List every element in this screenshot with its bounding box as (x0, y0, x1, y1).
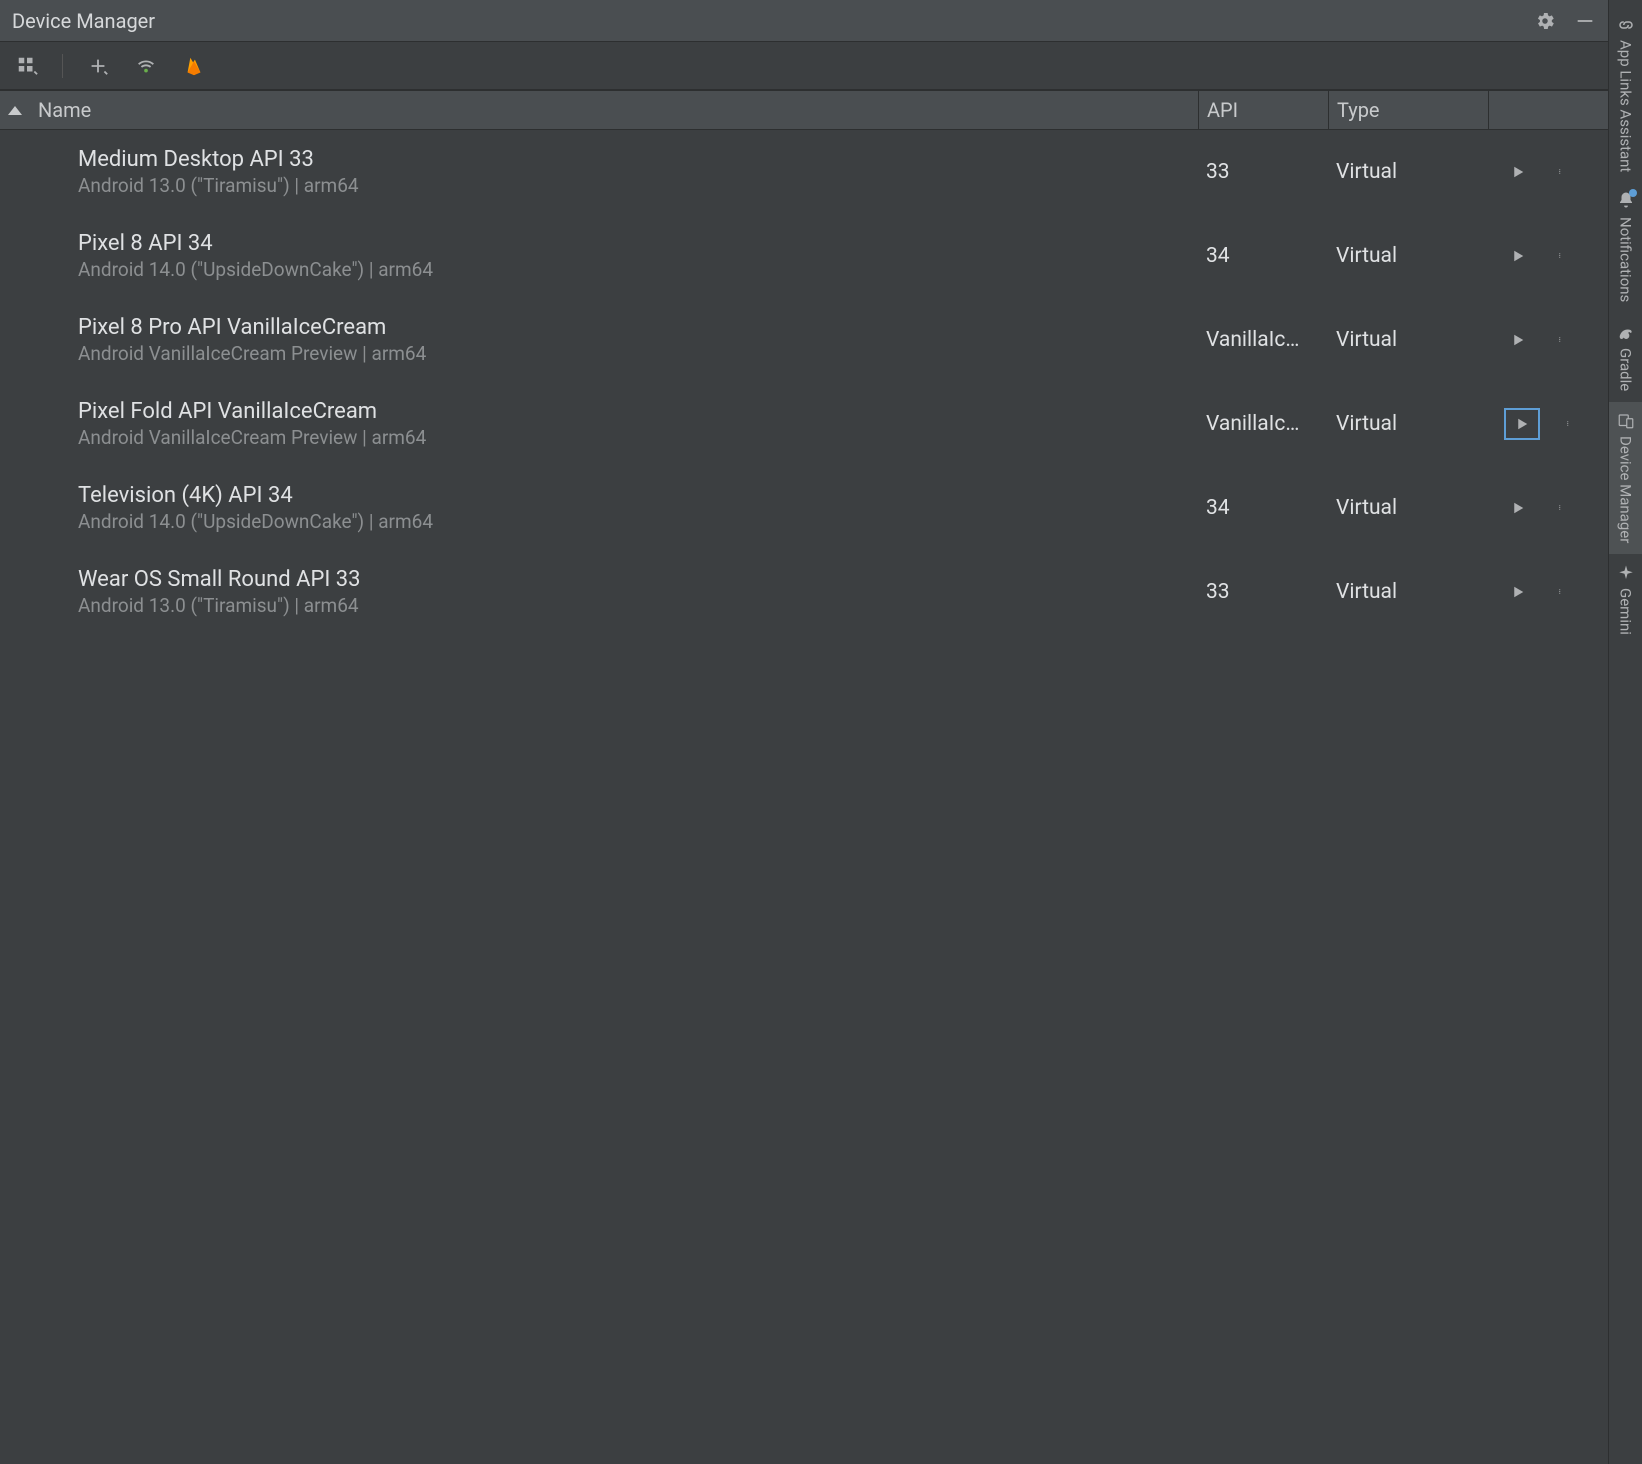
device-api: 33 (1198, 160, 1328, 184)
link-icon (1617, 16, 1635, 34)
device-manager-panel: Device Manager Name API Ty (0, 0, 1608, 1464)
device-name: Television (4K) API 34 (78, 483, 1198, 508)
header-actions (1488, 91, 1608, 129)
spark-icon (1617, 564, 1635, 582)
panel-title: Device Manager (12, 9, 1534, 33)
toolbar (0, 42, 1608, 90)
rail-item-app-links[interactable]: App Links Assistant (1609, 6, 1642, 183)
rail-label: Gradle (1617, 348, 1635, 391)
device-api: 34 (1198, 496, 1328, 520)
device-api: 34 (1198, 244, 1328, 268)
device-text: Pixel 8 API 34Android 14.0 ("UpsideDownC… (78, 231, 1198, 281)
device-subtitle: Android 14.0 ("UpsideDownCake") | arm64 (78, 510, 1198, 533)
device-text: Medium Desktop API 33Android 13.0 ("Tira… (78, 147, 1198, 197)
play-button[interactable] (1504, 242, 1532, 270)
table-header: Name API Type (0, 90, 1608, 130)
add-device-icon[interactable] (85, 53, 111, 79)
device-subtitle: Android VanillaIceCream Preview | arm64 (78, 342, 1198, 365)
device-type-icon (0, 412, 78, 436)
device-subtitle: Android 14.0 ("UpsideDownCake") | arm64 (78, 258, 1198, 281)
device-text: Pixel Fold API VanillaIceCreamAndroid Va… (78, 399, 1198, 449)
rail-label: Gemini (1617, 588, 1635, 635)
device-type: Virtual (1328, 580, 1488, 604)
rail-label: Notifications (1617, 217, 1635, 302)
play-button[interactable] (1504, 408, 1540, 440)
device-actions (1488, 326, 1608, 354)
play-button[interactable] (1504, 158, 1532, 186)
gradle-icon (1617, 324, 1635, 342)
more-actions-icon[interactable] (1552, 494, 1572, 522)
firebase-icon[interactable] (181, 53, 207, 79)
title-actions (1534, 10, 1596, 32)
devices-icon (1617, 412, 1635, 430)
rail-item-gradle[interactable]: Gradle (1609, 314, 1642, 402)
device-row[interactable]: Pixel Fold API VanillaIceCreamAndroid Va… (0, 382, 1608, 466)
minimize-icon[interactable] (1574, 10, 1596, 32)
wifi-pair-icon[interactable] (133, 53, 159, 79)
device-text: Wear OS Small Round API 33Android 13.0 (… (78, 567, 1198, 617)
device-api: VanillaIc… (1198, 328, 1328, 352)
device-text: Pixel 8 Pro API VanillaIceCreamAndroid V… (78, 315, 1198, 365)
device-actions (1488, 494, 1608, 522)
gear-icon[interactable] (1534, 10, 1556, 32)
device-text: Television (4K) API 34Android 14.0 ("Ups… (78, 483, 1198, 533)
play-button[interactable] (1504, 494, 1532, 522)
more-actions-icon[interactable] (1552, 326, 1572, 354)
rail-label: Device Manager (1617, 436, 1635, 543)
device-actions (1488, 158, 1608, 186)
device-type: Virtual (1328, 244, 1488, 268)
device-list: Medium Desktop API 33Android 13.0 ("Tira… (0, 130, 1608, 1464)
rail-label: App Links Assistant (1617, 40, 1635, 172)
device-row[interactable]: Pixel 8 API 34Android 14.0 ("UpsideDownC… (0, 214, 1608, 298)
device-row[interactable]: Television (4K) API 34Android 14.0 ("Ups… (0, 466, 1608, 550)
device-actions (1488, 242, 1608, 270)
device-type: Virtual (1328, 160, 1488, 184)
right-tool-rail: App Links Assistant Notifications Gradle De… (1608, 0, 1642, 1464)
play-button[interactable] (1504, 326, 1532, 354)
device-grid-icon[interactable] (14, 53, 40, 79)
header-api[interactable]: API (1198, 91, 1328, 129)
more-actions-icon[interactable] (1560, 410, 1580, 438)
device-name: Wear OS Small Round API 33 (78, 567, 1198, 592)
device-api: 33 (1198, 580, 1328, 604)
rail-item-gemini[interactable]: Gemini (1609, 554, 1642, 646)
device-subtitle: Android 13.0 ("Tiramisu") | arm64 (78, 174, 1198, 197)
rail-item-device-manager[interactable]: Device Manager (1609, 402, 1642, 554)
header-type[interactable]: Type (1328, 91, 1488, 129)
device-row[interactable]: Pixel 8 Pro API VanillaIceCreamAndroid V… (0, 298, 1608, 382)
device-type-icon (0, 328, 78, 352)
toolbar-separator (62, 54, 63, 78)
device-subtitle: Android 13.0 ("Tiramisu") | arm64 (78, 594, 1198, 617)
more-actions-icon[interactable] (1552, 578, 1572, 606)
rail-item-notifications[interactable]: Notifications (1609, 183, 1642, 313)
header-name-label: Name (38, 98, 91, 122)
device-type-icon (0, 496, 78, 520)
device-name: Medium Desktop API 33 (78, 147, 1198, 172)
device-name: Pixel Fold API VanillaIceCream (78, 399, 1198, 424)
title-bar: Device Manager (0, 0, 1608, 42)
header-name[interactable]: Name (0, 98, 1198, 122)
device-type-icon (0, 244, 78, 268)
device-type-icon (0, 160, 78, 184)
device-subtitle: Android VanillaIceCream Preview | arm64 (78, 426, 1198, 449)
device-row[interactable]: Wear OS Small Round API 33Android 13.0 (… (0, 550, 1608, 634)
device-type: Virtual (1328, 496, 1488, 520)
device-name: Pixel 8 API 34 (78, 231, 1198, 256)
device-type: Virtual (1328, 328, 1488, 352)
bell-icon (1617, 193, 1635, 211)
more-actions-icon[interactable] (1552, 242, 1572, 270)
device-actions (1488, 408, 1608, 440)
device-actions (1488, 578, 1608, 606)
device-type-icon (0, 580, 78, 604)
sort-asc-icon (8, 106, 22, 115)
more-actions-icon[interactable] (1552, 158, 1572, 186)
device-api: VanillaIc… (1198, 412, 1328, 436)
play-button[interactable] (1504, 578, 1532, 606)
device-name: Pixel 8 Pro API VanillaIceCream (78, 315, 1198, 340)
device-type: Virtual (1328, 412, 1488, 436)
device-row[interactable]: Medium Desktop API 33Android 13.0 ("Tira… (0, 130, 1608, 214)
